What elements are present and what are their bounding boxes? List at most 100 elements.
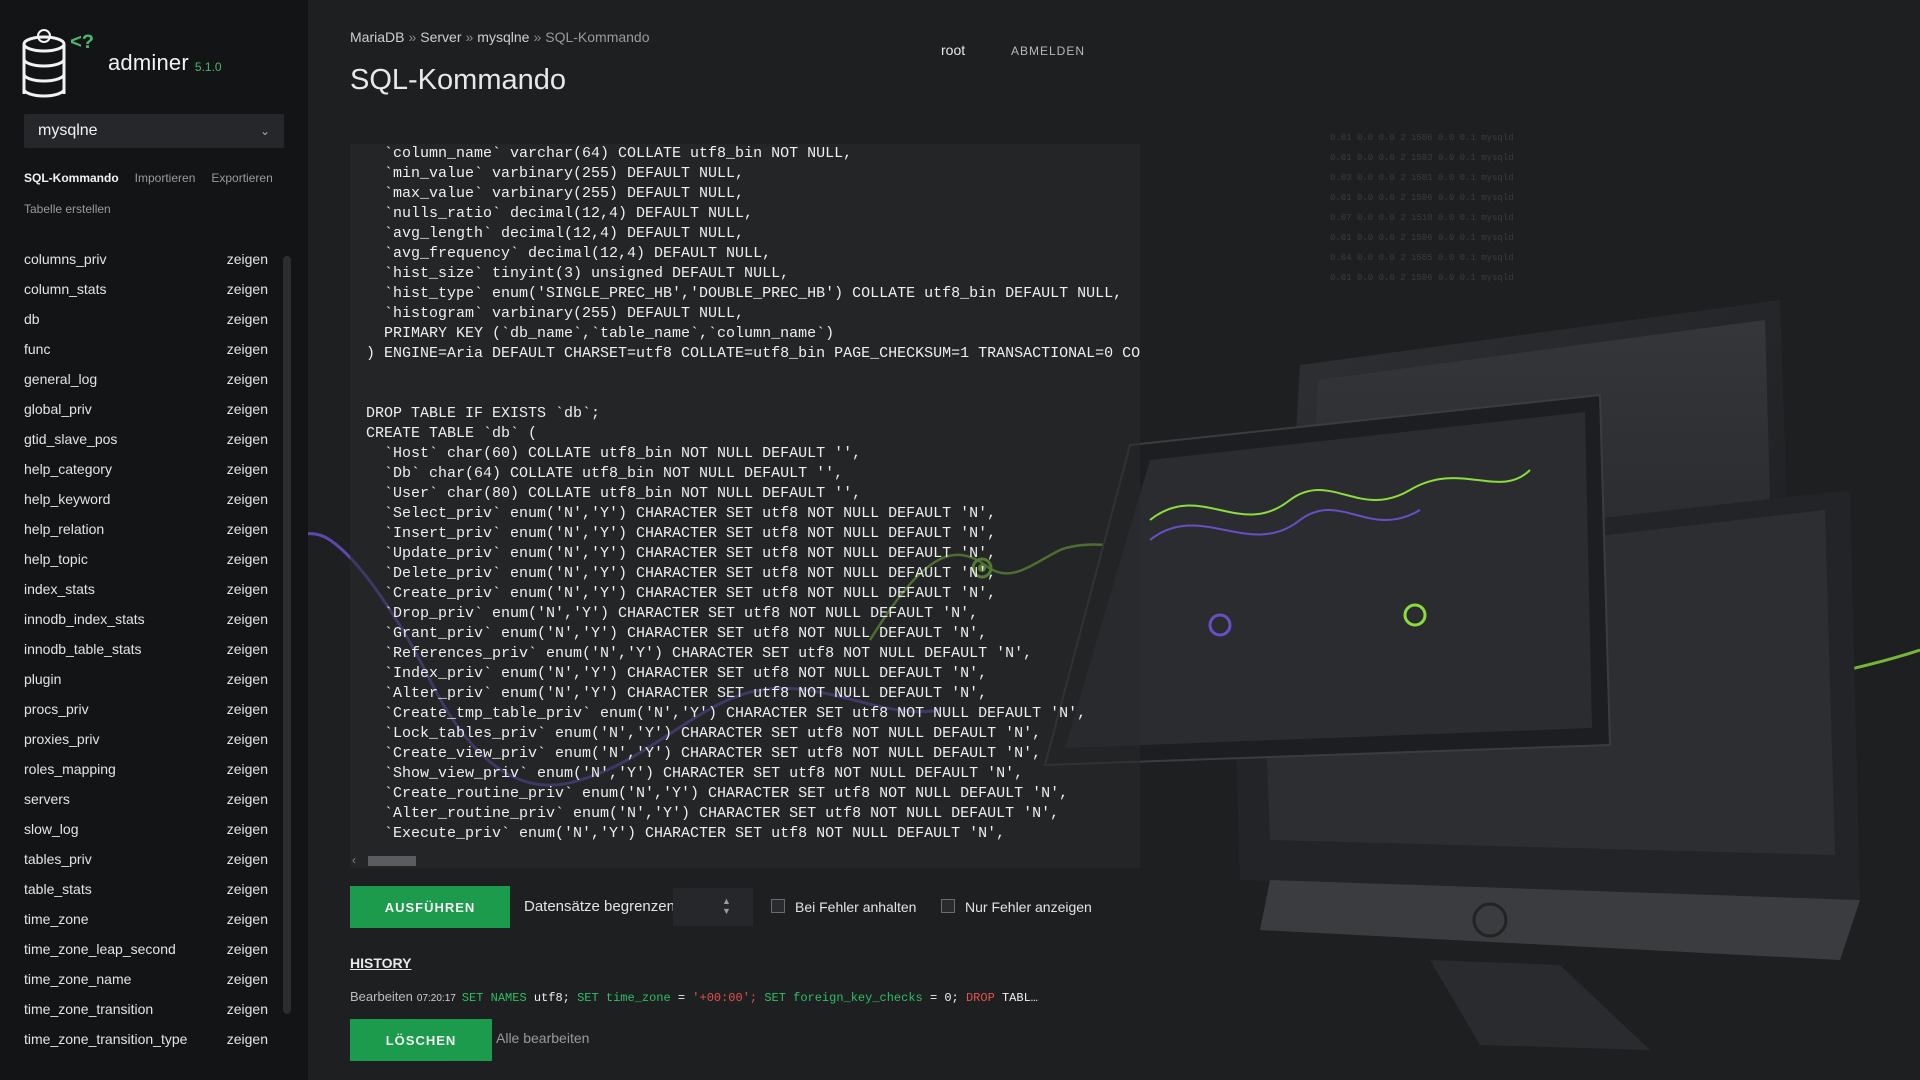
limit-input[interactable]	[673, 888, 753, 926]
table-name-link[interactable]: global_priv	[24, 401, 227, 417]
user-name: root	[941, 42, 966, 58]
table-name-link[interactable]: time_zone_leap_second	[24, 941, 227, 957]
link-sql-command[interactable]: SQL-Kommando	[24, 171, 119, 185]
table-name-link[interactable]: help_category	[24, 461, 227, 477]
show-table-link[interactable]: zeigen	[227, 491, 268, 507]
number-stepper-icon[interactable]: ▲ ▼	[722, 896, 731, 916]
show-table-link[interactable]: zeigen	[227, 941, 268, 957]
table-name-link[interactable]: time_zone_transition_type	[24, 1031, 227, 1047]
show-table-link[interactable]: zeigen	[227, 581, 268, 597]
table-list-item: time_zone_leap_second zeigen	[24, 934, 268, 964]
app-version: 5.1.0	[194, 60, 222, 74]
history-sql[interactable]: SET NAMES utf8; SET time_zone = '+00:00'…	[462, 991, 1038, 1005]
table-name-link[interactable]: slow_log	[24, 821, 227, 837]
show-table-link[interactable]: zeigen	[227, 311, 268, 327]
show-table-link[interactable]: zeigen	[227, 671, 268, 687]
table-name-link[interactable]: tables_priv	[24, 851, 227, 867]
table-name-link[interactable]: servers	[24, 791, 227, 807]
table-name-link[interactable]: innodb_table_stats	[24, 641, 227, 657]
sidebar-scrollbar[interactable]	[283, 256, 291, 1014]
stop-on-error-label[interactable]: Bei Fehler anhalten	[795, 899, 916, 915]
table-name-link[interactable]: index_stats	[24, 581, 227, 597]
show-table-link[interactable]: zeigen	[227, 401, 268, 417]
page-title: SQL-Kommando	[350, 64, 566, 96]
database-select-value: mysqlne	[38, 122, 98, 139]
execute-button[interactable]: AUSFÜHREN	[350, 886, 510, 928]
show-table-link[interactable]: zeigen	[227, 731, 268, 747]
svg-text:0.03 0.0 0.0 2 1501 0.0 0.1 my: 0.03 0.0 0.0 2 1501 0.0 0.1 mysqld	[1330, 173, 1514, 183]
show-table-link[interactable]: zeigen	[227, 761, 268, 777]
show-table-link[interactable]: zeigen	[227, 1001, 268, 1017]
app-name: adminer	[108, 50, 189, 75]
table-name-link[interactable]: help_keyword	[24, 491, 227, 507]
table-name-link[interactable]: func	[24, 341, 227, 357]
show-table-link[interactable]: zeigen	[227, 851, 268, 867]
table-list-item: procs_priv zeigen	[24, 694, 268, 724]
show-table-link[interactable]: zeigen	[227, 551, 268, 567]
link-import[interactable]: Importieren	[135, 171, 196, 185]
table-name-link[interactable]: plugin	[24, 671, 227, 687]
adminer-logo[interactable]: <? adminer 5.1.0	[22, 22, 222, 102]
show-table-link[interactable]: zeigen	[227, 521, 268, 537]
errors-only-checkbox[interactable]	[941, 899, 955, 913]
stop-on-error-checkbox[interactable]	[771, 899, 785, 913]
delete-history-button[interactable]: LÖSCHEN	[350, 1019, 492, 1061]
edit-all-link[interactable]: Alle bearbeiten	[496, 1030, 589, 1046]
table-name-link[interactable]: column_stats	[24, 281, 227, 297]
breadcrumb-database[interactable]: mysqlne	[477, 29, 529, 45]
table-name-link[interactable]: time_zone_transition	[24, 1001, 227, 1017]
link-export[interactable]: Exportieren	[211, 171, 272, 185]
table-name-link[interactable]: general_log	[24, 371, 227, 387]
sidebar-links: SQL-Kommando Importieren Exportieren	[24, 171, 273, 185]
show-table-link[interactable]: zeigen	[227, 701, 268, 717]
show-table-link[interactable]: zeigen	[227, 371, 268, 387]
breadcrumb-mariadb[interactable]: MariaDB	[350, 29, 404, 45]
table-list-item: servers zeigen	[24, 784, 268, 814]
show-table-link[interactable]: zeigen	[227, 251, 268, 267]
scroll-left-icon[interactable]: ‹	[352, 853, 356, 867]
green-wave-line-right	[1799, 648, 1920, 682]
show-table-link[interactable]: zeigen	[227, 281, 268, 297]
show-table-link[interactable]: zeigen	[227, 881, 268, 897]
show-table-link[interactable]: zeigen	[227, 431, 268, 447]
table-name-link[interactable]: proxies_priv	[24, 731, 227, 747]
show-table-link[interactable]: zeigen	[227, 461, 268, 477]
table-name-link[interactable]: help_topic	[24, 551, 227, 567]
table-name-link[interactable]: db	[24, 311, 227, 327]
table-list-item: time_zone zeigen	[24, 904, 268, 934]
history-edit-link[interactable]: Bearbeiten	[350, 989, 413, 1004]
show-table-link[interactable]: zeigen	[227, 911, 268, 927]
errors-only-label[interactable]: Nur Fehler anzeigen	[965, 899, 1092, 915]
show-table-link[interactable]: zeigen	[227, 1031, 268, 1047]
table-name-link[interactable]: table_stats	[24, 881, 227, 897]
show-table-link[interactable]: zeigen	[227, 341, 268, 357]
show-table-link[interactable]: zeigen	[227, 821, 268, 837]
breadcrumb: MariaDB» Server» mysqlne» SQL-Kommando	[350, 29, 650, 45]
show-table-link[interactable]: zeigen	[227, 641, 268, 657]
editor-horizontal-scrollbar[interactable]: ‹	[350, 853, 1140, 868]
show-table-link[interactable]: zeigen	[227, 791, 268, 807]
table-list-item: plugin zeigen	[24, 664, 268, 694]
show-table-link[interactable]: zeigen	[227, 971, 268, 987]
table-name-link[interactable]: roles_mapping	[24, 761, 227, 777]
table-name-link[interactable]: time_zone_name	[24, 971, 227, 987]
logout-button[interactable]: ABMELDEN	[1011, 44, 1085, 58]
database-select[interactable]: mysqlne ⌄	[24, 114, 284, 148]
sql-editor[interactable]: `column_name` varchar(64) COLLATE utf8_b…	[350, 144, 1140, 868]
breadcrumb-server[interactable]: Server	[420, 29, 461, 45]
table-list-item: time_zone_transition zeigen	[24, 994, 268, 1024]
table-name-link[interactable]: gtid_slave_pos	[24, 431, 227, 447]
scrollbar-thumb[interactable]	[368, 856, 416, 866]
table-name-link[interactable]: procs_priv	[24, 701, 227, 717]
svg-text:0.01 0.0 0.0 2 1506 0.0 0.1 my: 0.01 0.0 0.0 2 1506 0.0 0.1 mysqld	[1330, 233, 1514, 243]
imac-monitor	[1230, 490, 1860, 1050]
table-name-link[interactable]: innodb_index_stats	[24, 611, 227, 627]
link-create-table[interactable]: Tabelle erstellen	[24, 202, 111, 216]
show-table-link[interactable]: zeigen	[227, 611, 268, 627]
table-name-link[interactable]: columns_priv	[24, 251, 227, 267]
history-link[interactable]: HISTORY	[350, 955, 411, 971]
table-name-link[interactable]: help_relation	[24, 521, 227, 537]
database-logo-icon: <?	[22, 29, 94, 98]
table-name-link[interactable]: time_zone	[24, 911, 227, 927]
svg-text:0.01 0.0 0.0 2 1506 0.0 0.1 my: 0.01 0.0 0.0 2 1506 0.0 0.1 mysqld	[1330, 273, 1514, 283]
